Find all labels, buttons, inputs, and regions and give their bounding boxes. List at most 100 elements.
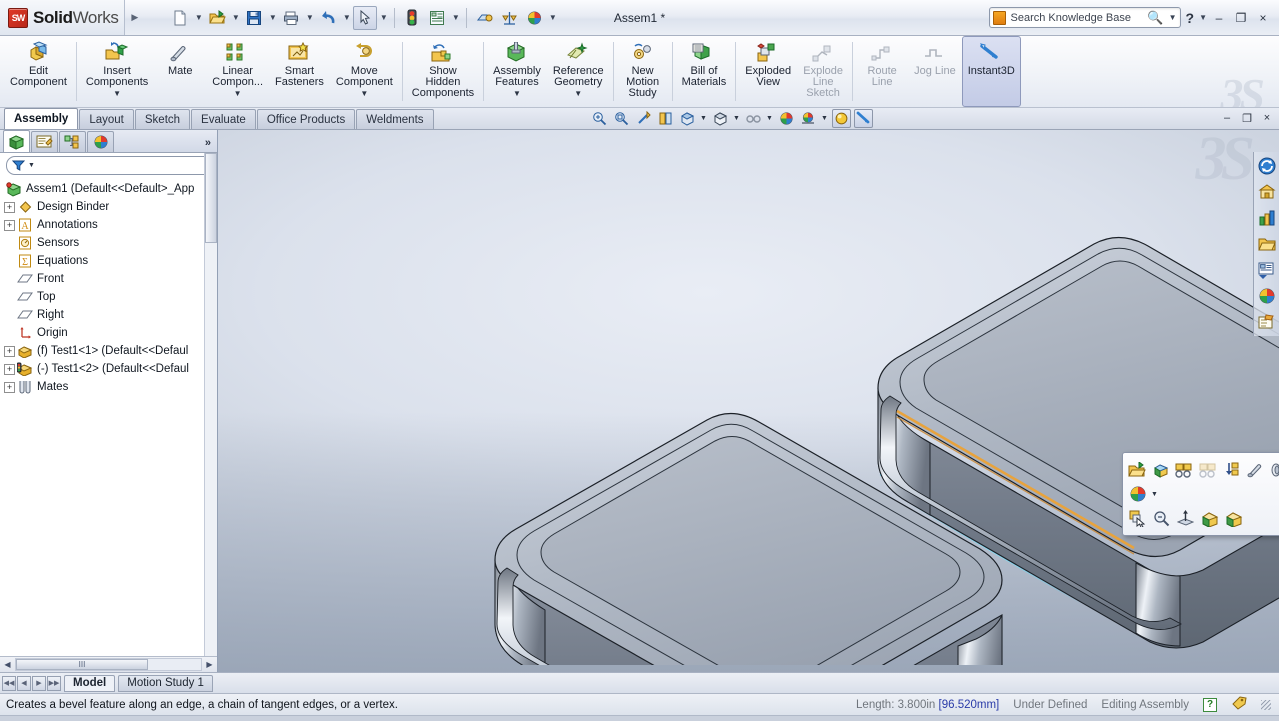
- hide-icon[interactable]: [1199, 508, 1220, 529]
- search-knowledge-base[interactable]: Search Knowledge Base 🔍 ▼: [988, 7, 1181, 28]
- previous-tab-button[interactable]: ◀: [17, 675, 31, 691]
- select-tool-dropdown[interactable]: ▼: [378, 7, 389, 29]
- tree-item-right-plane[interactable]: Right: [0, 306, 217, 324]
- ribbon-jog-line[interactable]: Jog Line: [908, 36, 962, 107]
- new-document-button[interactable]: [168, 6, 192, 30]
- undo-dropdown[interactable]: ▼: [341, 7, 352, 29]
- print-document-button[interactable]: [279, 6, 303, 30]
- zoom-to-selection-icon[interactable]: [1151, 508, 1172, 529]
- minimize-button[interactable]: –: [1209, 9, 1229, 27]
- tree-item-equations[interactable]: Σ Equations: [0, 252, 217, 270]
- open-part-icon[interactable]: [1127, 460, 1148, 481]
- solidworks-logo[interactable]: SW SolidWorks: [0, 0, 126, 35]
- restore-button[interactable]: ❐: [1231, 9, 1251, 27]
- apply-scene-dropdown-icon[interactable]: ▼: [821, 115, 829, 122]
- save-document-dropdown[interactable]: ▼: [267, 7, 278, 29]
- tab-sketch[interactable]: Sketch: [134, 109, 191, 129]
- tree-item-front-plane[interactable]: Front: [0, 270, 217, 288]
- display-style-icon[interactable]: [711, 109, 730, 128]
- print-document-dropdown[interactable]: ▼: [304, 7, 315, 29]
- ribbon-exploded-view[interactable]: Exploded View: [739, 36, 797, 107]
- feature-tree-horizontal-scrollbar[interactable]: ◀ III ▶: [0, 656, 217, 672]
- appearances-scenes-icon[interactable]: [1256, 284, 1278, 308]
- search-input[interactable]: Search Knowledge Base: [1011, 12, 1143, 24]
- tree-item-test1-instance1[interactable]: + (f) Test1<1> (Default<<Defaul: [0, 342, 217, 360]
- tab-motion-study-1[interactable]: Motion Study 1: [118, 674, 213, 692]
- property-manager-tab[interactable]: [31, 131, 58, 152]
- hide-components-icon[interactable]: [1198, 460, 1219, 481]
- instant3d-view-icon[interactable]: [854, 109, 873, 128]
- view-orientation-dropdown-icon[interactable]: ▼: [700, 115, 708, 122]
- solidworks-resources-icon[interactable]: [1256, 154, 1278, 178]
- undo-button[interactable]: [316, 6, 340, 30]
- ribbon-dropdown-caret[interactable]: ▼: [234, 89, 242, 98]
- component-properties-icon[interactable]: [1174, 460, 1195, 481]
- file-explorer-icon[interactable]: [1256, 206, 1278, 230]
- ribbon-show-hidden-components[interactable]: Show Hidden Components: [406, 36, 480, 107]
- tree-item-test1-instance2[interactable]: + (-) Test1<2> (Default<<Defaul: [0, 360, 217, 378]
- tab-model[interactable]: Model: [64, 674, 116, 692]
- scroll-right-arrow-icon[interactable]: ▶: [202, 660, 217, 669]
- scrollbar-thumb[interactable]: [205, 153, 217, 243]
- ribbon-smart-fasteners[interactable]: Smart Fasteners: [269, 36, 330, 107]
- help-button[interactable]: ?: [1183, 10, 1198, 26]
- appearances-button[interactable]: [522, 6, 546, 30]
- tree-item-sensors[interactable]: Sensors: [0, 234, 217, 252]
- feature-manager-expand-chevron-icon[interactable]: »: [205, 137, 211, 149]
- expand-icon[interactable]: +: [4, 363, 15, 375]
- assembly-3d-model[interactable]: [218, 130, 1279, 665]
- options-dropdown[interactable]: ▼: [450, 7, 461, 29]
- context-toolbar[interactable]: ▼: [1122, 452, 1279, 536]
- tab-weldments[interactable]: Weldments: [356, 109, 434, 129]
- menu-expand-arrow-icon[interactable]: ▶: [125, 12, 146, 23]
- tree-item-assembly-root[interactable]: Assem1 (Default<<Default>_App: [0, 180, 217, 198]
- viewport-minimize-button[interactable]: –: [1219, 110, 1235, 126]
- show-icon[interactable]: [1223, 508, 1244, 529]
- help-dropdown-icon[interactable]: ▼: [1199, 13, 1207, 22]
- ribbon-reference-geometry[interactable]: Reference Geometry ▼: [547, 36, 610, 107]
- resize-grip[interactable]: [1261, 699, 1271, 710]
- feature-tree-vertical-scrollbar[interactable]: [204, 153, 217, 656]
- zoom-to-fit-icon[interactable]: [590, 109, 609, 128]
- hide-show-items-dropdown-icon[interactable]: ▼: [766, 115, 774, 122]
- mass-properties-button[interactable]: [497, 6, 521, 30]
- zoom-to-area-icon[interactable]: [612, 109, 631, 128]
- tree-item-top-plane[interactable]: Top: [0, 288, 217, 306]
- tree-item-mates[interactable]: + Mates: [0, 378, 217, 396]
- graphics-viewport[interactable]: 3S ▼: [218, 130, 1279, 672]
- display-manager-tab[interactable]: [87, 131, 114, 152]
- viewport-close-button[interactable]: ×: [1259, 110, 1275, 126]
- ribbon-edit-component[interactable]: Edit Component: [4, 36, 73, 107]
- tree-item-design-binder[interactable]: + Design Binder: [0, 198, 217, 216]
- tab-assembly[interactable]: Assembly: [4, 108, 79, 129]
- tree-item-annotations[interactable]: + A Annotations: [0, 216, 217, 234]
- custom-properties-icon[interactable]: [1256, 310, 1278, 334]
- tab-evaluate[interactable]: Evaluate: [191, 109, 256, 129]
- feature-manager-filter[interactable]: ▼: [6, 156, 213, 175]
- ribbon-insert-components[interactable]: Insert Components ▼: [80, 36, 154, 107]
- configuration-manager-tab[interactable]: [59, 131, 86, 152]
- open-document-button[interactable]: [205, 6, 229, 30]
- ribbon-dropdown-caret[interactable]: ▼: [574, 89, 582, 98]
- apply-scene-icon[interactable]: [799, 109, 818, 128]
- scrollbar-track[interactable]: III: [15, 658, 202, 671]
- appearances-dropdown[interactable]: ▼: [547, 7, 558, 29]
- close-button[interactable]: ×: [1253, 9, 1273, 27]
- ribbon-new-motion-study[interactable]: New Motion Study: [617, 36, 669, 107]
- next-tab-button[interactable]: ▶: [32, 675, 46, 691]
- ribbon-mate[interactable]: Mate: [154, 36, 206, 107]
- isolate-icon[interactable]: [1151, 460, 1172, 481]
- scrollbar-thumb[interactable]: III: [16, 659, 148, 670]
- ribbon-dropdown-caret[interactable]: ▼: [113, 89, 121, 98]
- ribbon-bill-of-materials[interactable]: Bill of Materials: [676, 36, 733, 107]
- expand-icon[interactable]: +: [4, 219, 15, 231]
- appearances-dropdown-icon[interactable]: ▼: [1151, 491, 1159, 498]
- expand-icon[interactable]: +: [4, 201, 15, 213]
- view-palette-icon[interactable]: [1256, 258, 1278, 282]
- section-view-icon[interactable]: [656, 109, 675, 128]
- search-dropdown-icon[interactable]: ▼: [1169, 13, 1177, 22]
- options-button[interactable]: [425, 6, 449, 30]
- view-orientation-icon[interactable]: [678, 109, 697, 128]
- ribbon-explode-line-sketch[interactable]: Explode Line Sketch: [797, 36, 849, 107]
- scroll-left-arrow-icon[interactable]: ◀: [0, 660, 15, 669]
